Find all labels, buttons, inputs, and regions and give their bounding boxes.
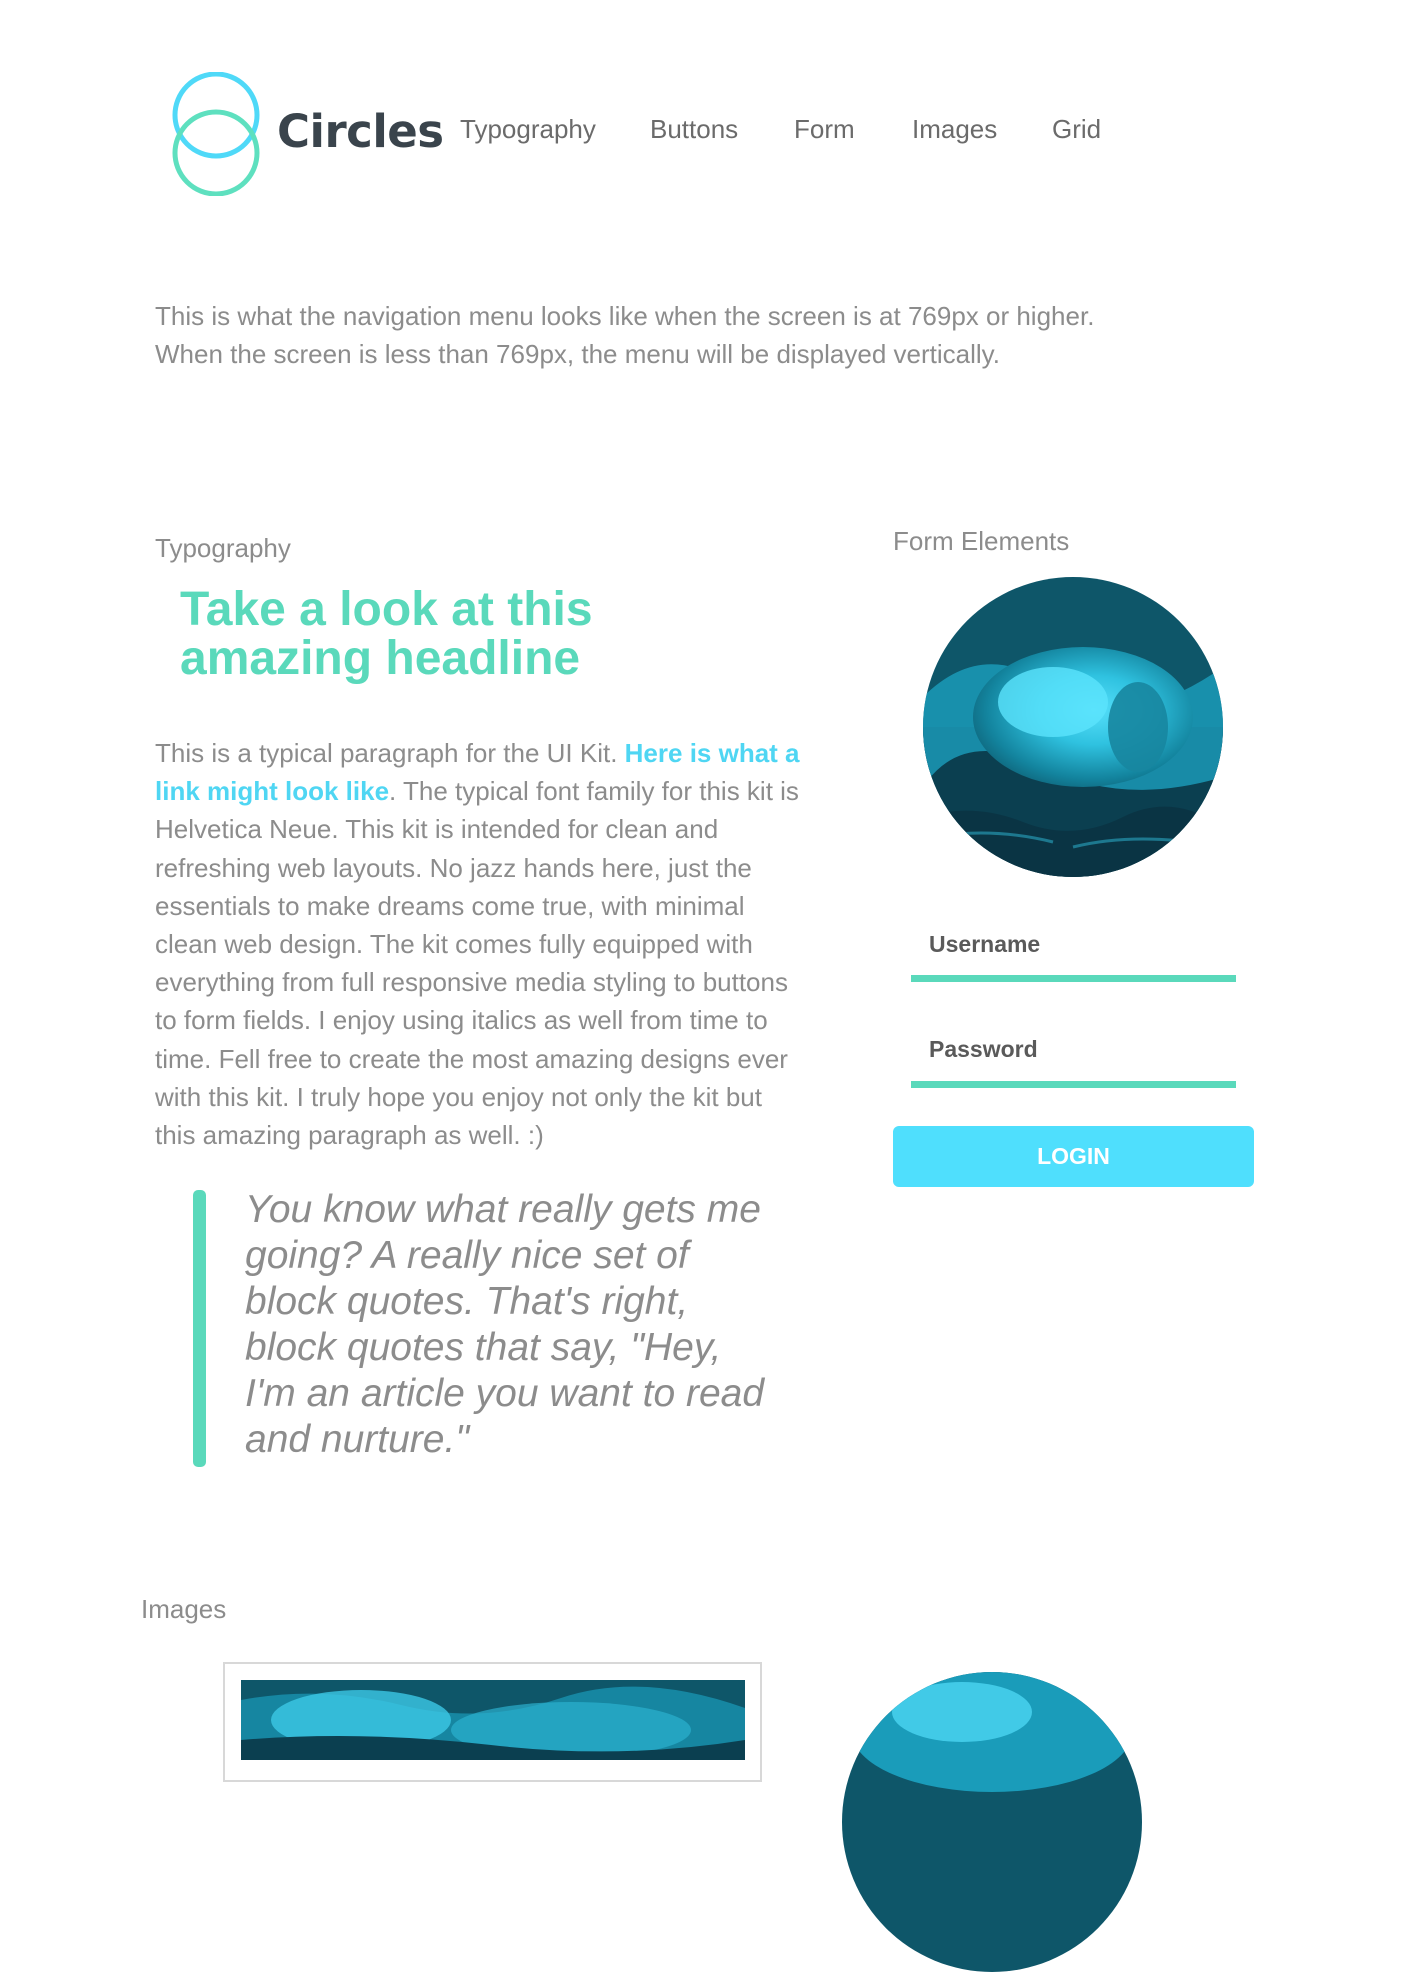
password-input[interactable] [911, 1062, 1240, 1082]
typography-paragraph: This is a typical paragraph for the UI K… [155, 734, 805, 1154]
form-section-label: Form Elements [893, 526, 1070, 556]
nav-form[interactable]: Form [794, 114, 855, 145]
circles-logo-icon [172, 72, 260, 196]
password-underline [911, 1081, 1236, 1088]
nav-grid[interactable]: Grid [1052, 114, 1101, 145]
blockquote: You know what really gets me going? A re… [245, 1188, 765, 1461]
nav-typography[interactable]: Typography [460, 114, 596, 145]
images-section-label: Images [141, 1594, 227, 1624]
brand-name: Circles [277, 105, 444, 158]
ocean-wave-circle-image [923, 577, 1223, 877]
username-label: Username [929, 931, 1041, 957]
paragraph-text-end: . The typical font family for this kit i… [155, 776, 799, 1151]
intro-text: This is what the navigation menu looks l… [155, 301, 1095, 369]
paragraph-text-start: This is a typical paragraph for the UI K… [155, 738, 625, 768]
blockquote-bar [193, 1190, 206, 1467]
nav-buttons[interactable]: Buttons [650, 114, 738, 145]
typography-section-label: Typography [155, 533, 291, 563]
login-button[interactable]: LOGIN [893, 1126, 1254, 1187]
headline: Take a look at this amazing headline [180, 583, 593, 685]
password-label: Password [929, 1036, 1038, 1062]
username-underline [911, 975, 1236, 982]
framed-ocean-image [241, 1680, 745, 1760]
nav-images[interactable]: Images [912, 114, 997, 145]
bottom-ocean-circle-image [842, 1672, 1142, 1972]
